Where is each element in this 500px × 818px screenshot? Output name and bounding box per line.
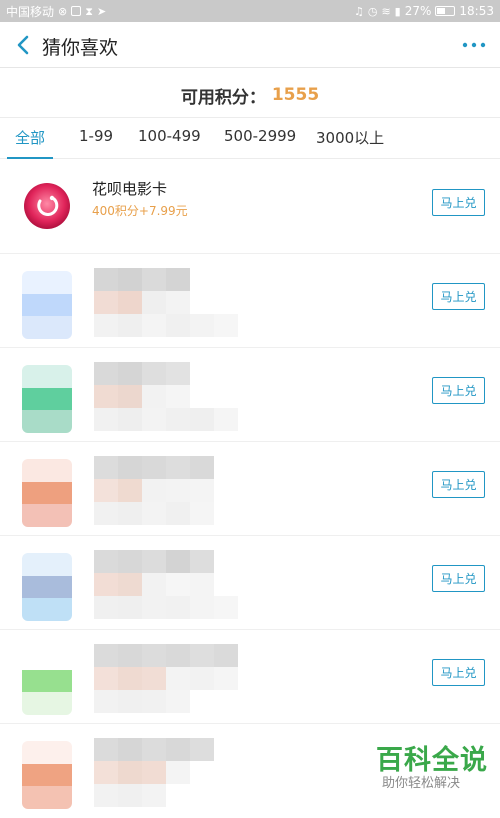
tab-3000-plus[interactable]: 3000以上	[316, 127, 384, 148]
status-bar: 中国移动 ⊗ ⧗ ➤ ♫ ◷ ≋ ▮ 27% 18:53	[0, 0, 500, 22]
blurred-icon	[22, 741, 72, 809]
blurred-icon	[22, 553, 72, 621]
tab-all[interactable]: 全部	[15, 127, 45, 148]
redeem-button[interactable]: 马上兑	[432, 471, 485, 498]
list-item[interactable]: 马上兑	[0, 536, 500, 630]
list-item[interactable]: 花呗电影卡 400积分+7.99元 马上兑	[0, 160, 500, 254]
list-item[interactable]: 马上兑	[0, 348, 500, 442]
more-options-icon[interactable]	[462, 36, 486, 54]
tab-100-499[interactable]: 100-499	[138, 127, 201, 145]
points-value: 1555	[271, 85, 320, 105]
redeem-button[interactable]: 马上兑	[432, 659, 485, 686]
blurred-icon	[22, 365, 72, 433]
page-title: 猜你喜欢	[42, 37, 119, 59]
redeem-button[interactable]: 马上兑	[432, 565, 485, 592]
tab-500-2999[interactable]: 500-2999	[224, 127, 296, 145]
alarm-icon: ◷	[367, 4, 378, 18]
signal-icon: ▮	[394, 4, 401, 18]
wifi-icon: ≋	[381, 4, 391, 18]
app-icon	[71, 6, 82, 16]
blurred-icon	[22, 647, 72, 715]
watermark-subtitle: 助你轻松解决	[382, 776, 461, 791]
tab-1-99[interactable]: 1-99	[79, 127, 113, 145]
time-label: 18:53	[459, 4, 494, 18]
watermark: 百科全说 助你轻松解决	[372, 738, 492, 794]
headset-icon: ♫	[353, 4, 364, 18]
carrier-label: 中国移动	[6, 4, 55, 19]
blurred-text	[94, 738, 238, 808]
item-title: 花呗电影卡	[92, 180, 168, 198]
blurred-icon	[22, 271, 72, 339]
status-bar-left: 中国移动 ⊗ ⧗ ➤	[6, 3, 106, 20]
status-bar-right: ♫ ◷ ≋ ▮ 27% 18:53	[354, 4, 494, 18]
list-item[interactable]: 马上兑	[0, 254, 500, 348]
redeem-button[interactable]: 马上兑	[432, 377, 485, 404]
hourglass-icon: ⧗	[85, 4, 93, 18]
filter-tabs: 全部 1-99 100-499 500-2999 3000以上	[0, 117, 500, 159]
blurred-text	[94, 456, 238, 526]
blurred-text	[94, 268, 238, 338]
film-card-icon	[24, 183, 70, 229]
battery-icon	[435, 6, 456, 16]
redeem-button[interactable]: 马上兑	[432, 189, 485, 216]
sim-icon: ⊗	[58, 4, 68, 18]
points-label: 可用积分：	[180, 87, 266, 108]
available-points: 可用积分： 1555	[0, 75, 500, 115]
list-item[interactable]: 马上兑	[0, 630, 500, 724]
blurred-icon	[22, 459, 72, 527]
blurred-text	[94, 550, 238, 620]
send-icon: ➤	[96, 4, 107, 18]
list-item[interactable]: 马上兑	[0, 442, 500, 536]
header-bar: 猜你喜欢	[0, 22, 500, 68]
item-price: 400积分+7.99元	[92, 204, 188, 218]
battery-label: 27%	[404, 4, 432, 18]
blurred-text	[94, 362, 238, 432]
back-arrow-icon[interactable]	[14, 34, 34, 56]
active-tab-indicator	[7, 157, 53, 159]
redeem-button[interactable]: 马上兑	[432, 283, 485, 310]
blurred-text	[94, 644, 238, 714]
